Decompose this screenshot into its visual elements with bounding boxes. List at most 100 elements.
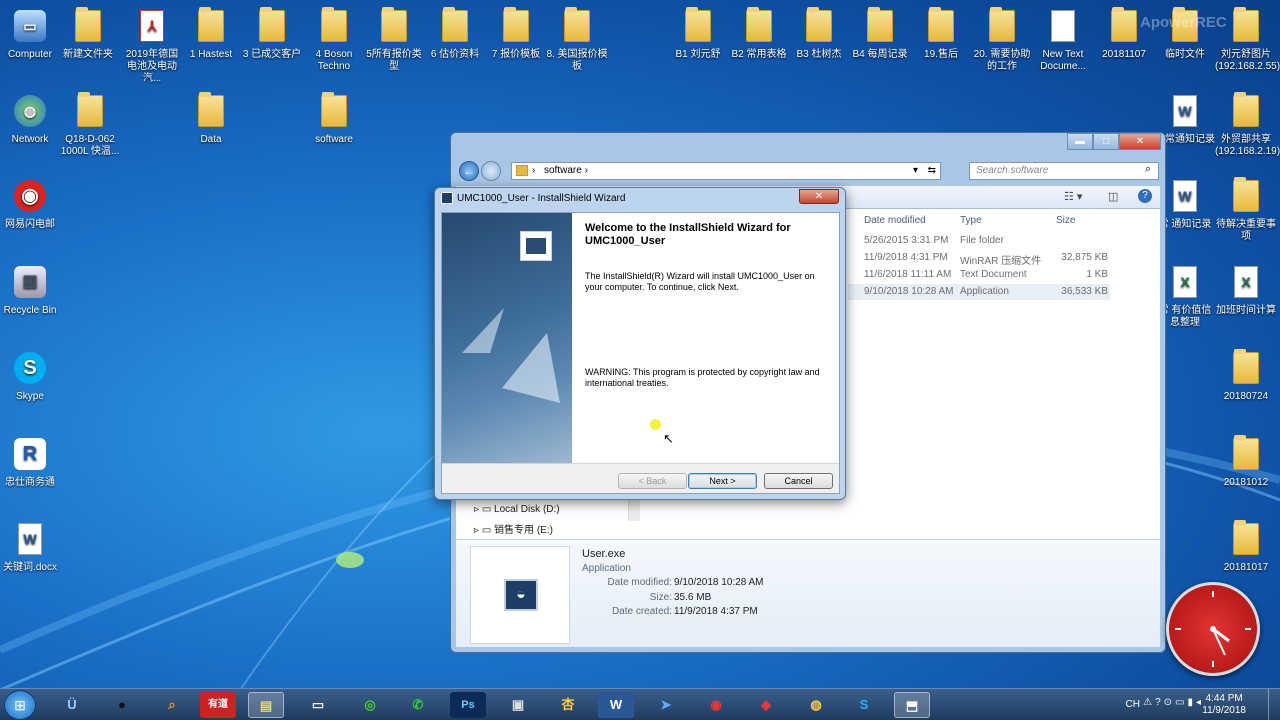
media-icon[interactable]: ▣ [500,692,536,718]
language-indicator[interactable]: CH [1126,699,1140,711]
file-thumbnail: ◒ [470,546,570,644]
file-row[interactable]: 5/26/2015 3:31 PM File folder [848,233,1110,249]
file-row[interactable]: 11/9/2018 4:31 PM WinRAR 压缩文件 32,875 KB [848,250,1110,267]
column-size[interactable]: Size [1056,215,1075,226]
clock-gadget[interactable] [1166,582,1260,676]
word-icon[interactable]: W [598,692,634,718]
desktop-icon[interactable]: Data [180,95,242,146]
desktop-icon[interactable]: 6 估价资料 [424,10,486,61]
desktop-icon[interactable]: 20181017 [1215,523,1277,574]
refresh-icon[interactable]: ⇆ [928,163,936,179]
desktop-icon[interactable]: B4 每周记录 [849,10,911,61]
netease-mail-icon[interactable]: ◉ [698,692,734,718]
desktop-icon[interactable]: 3 已成交客户 [241,10,303,61]
desktop-icon-label: B1 刘元舒 [675,49,721,60]
desktop-icon[interactable]: 1 Hastest [180,10,242,61]
expand-arrow-icon[interactable]: ▹ [474,525,482,536]
address-bar[interactable]: › software › ▾ ⇆ [511,162,941,180]
tree-item-sales-e[interactable]: ▹ ▭ 销售专用 (E:) [474,521,553,536]
installer-icon: ◒ [504,579,538,611]
desktop-icon[interactable]: New Text Docume... [1032,10,1094,73]
desktop-icon[interactable]: S Skype [0,352,61,403]
close-button[interactable]: ✕ [799,189,839,204]
folder-icon [378,10,410,46]
tray-icons[interactable]: ⚠?⊙▭▮◂ [1143,697,1204,709]
dropdown-arrow-icon[interactable]: ▾ [913,163,918,179]
desktop-icon[interactable]: 20. 需要协助的工作 [971,10,1033,73]
search-input[interactable]: Search software [969,162,1159,180]
desktop-icon[interactable]: B2 常用表格 [728,10,790,61]
desktop-icon[interactable]: X 加班时间计算 [1215,266,1277,317]
desktop-icon[interactable]: 20180724 [1215,352,1277,403]
photoshop-icon[interactable]: Ps [450,692,486,718]
help-icon[interactable]: ? [1138,189,1152,203]
details-kind: Application [582,563,631,574]
desktop-icon[interactable]: B3 杜树杰 [788,10,850,61]
app-icon[interactable]: ◈ [748,692,784,718]
qq-icon[interactable]: ● [104,692,140,718]
column-date-modified[interactable]: Date modified [864,215,926,226]
installer-taskbar-icon[interactable]: ⬒ [894,692,930,718]
minimize-button[interactable]: ▬ [1067,133,1093,150]
skype-icon[interactable]: S [846,692,882,718]
desktop-icon[interactable]: ▭ Computer [0,10,61,61]
desktop-icon-label: B2 常用表格 [731,49,787,60]
desktop-icon[interactable]: ◍ Network [0,95,61,146]
back-button[interactable]: < Back [618,473,687,489]
wechat-icon[interactable]: ◎ [352,692,388,718]
cancel-button[interactable]: Cancel [764,473,833,489]
drive-icon: ▭ [481,504,495,515]
next-button[interactable]: Next > [688,473,757,489]
network-folder-icon [1230,95,1262,131]
whatsapp-icon[interactable]: ✆ [400,692,436,718]
maximize-button[interactable]: □ [1093,133,1119,150]
desktop-icon-label: 忠仕商务通 [5,477,55,488]
desktop-icon[interactable]: ⅄ 2019年德国电池及电动汽... [121,10,183,85]
folder-icon [195,10,227,46]
search-icon[interactable]: ⌕ [1145,163,1151,176]
desktop-icon[interactable]: 5所有报价类型 [363,10,425,73]
tree-item-local-disk-d[interactable]: ▹ ▭ Local Disk (D:) [474,504,560,515]
desktop-icon[interactable]: 7 报价模板 [485,10,547,61]
desktop-icon[interactable]: W 关键词.docx [0,523,61,574]
show-desktop-button[interactable] [1268,689,1280,720]
file-row[interactable]: 11/6/2018 11:11 AM Text Document 1 KB [848,267,1110,283]
breadcrumb-folder[interactable]: software [544,165,582,176]
taskbar-app-icon[interactable]: Ü [54,692,90,718]
system-clock[interactable]: 4:44 PM 11/9/2018 [1202,693,1246,717]
desktop-icon-label: 5所有报价类型 [366,49,422,72]
desktop-icon[interactable]: software [303,95,365,146]
desktop-icon[interactable]: ◉ 网易闪电邮 [0,180,61,231]
expand-arrow-icon[interactable]: ▹ [474,504,482,515]
file-row[interactable]: 9/10/2018 10:28 AM Application 36,533 KB [848,284,1110,300]
desktop-icon[interactable]: R 忠仕商务通 [0,438,61,489]
chrome-icon[interactable]: ◍ [798,692,834,718]
desktop-icon[interactable]: 8. 美国报价模板 [546,10,608,73]
telegram-icon[interactable]: ➤ [648,692,684,718]
desktop-icon[interactable]: 19.售后 [910,10,972,61]
view-options-icon[interactable]: ☷ ▾ [1064,190,1082,203]
folder-taskbar-icon[interactable]: ▭ [300,692,336,718]
installshield-wizard-dialog[interactable]: UMC1000_User - InstallShield Wizard ✕ We… [434,187,846,500]
file-row-date: 5/26/2015 3:31 PM [864,235,949,246]
desktop-icon[interactable]: Q18-D-062 1000L 快温... [59,95,121,158]
desktop-icon-label: Q18-D-062 1000L 快温... [60,134,120,157]
explorer-taskbar-icon[interactable]: ▤ [248,692,284,718]
forward-arrow-icon[interactable] [481,161,501,181]
desktop-icon[interactable]: ▥ Recycle Bin [0,266,61,317]
desktop-icon[interactable]: 20181012 [1215,438,1277,489]
desktop-icon[interactable]: 待解决重要事项 [1215,180,1277,243]
close-button[interactable]: ✕ [1119,133,1161,150]
desktop-icon[interactable]: 新建文件夹 [57,10,119,61]
desktop-icon[interactable]: B1 刘元舒 [667,10,729,61]
back-arrow-icon[interactable]: ← [459,161,479,181]
start-button[interactable]: ⊞ [4,690,36,720]
column-type[interactable]: Type [960,215,982,226]
desktop-icon[interactable]: 4 Boson Techno [303,10,365,73]
file-row-type: Text Document [960,269,1027,280]
preview-pane-icon[interactable]: ◫ [1108,190,1118,203]
desktop-icon[interactable]: 外贸部共享 (192.168.2.19) [1215,95,1280,158]
youdao-icon[interactable]: 有道 [200,692,236,718]
app-icon[interactable]: 杏 [550,692,586,718]
search-app-icon[interactable]: ⌕ [154,692,190,718]
